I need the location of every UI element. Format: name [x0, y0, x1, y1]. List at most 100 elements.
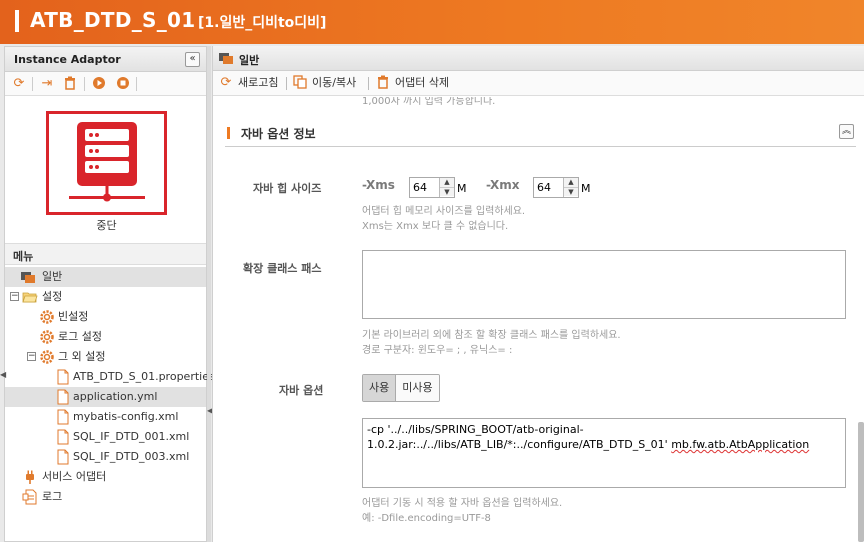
- section-accent-bar: [227, 127, 230, 139]
- stepper-up-icon[interactable]: ▲: [564, 178, 578, 187]
- toolbar-divider: [368, 77, 369, 90]
- detail-panel: 일반 ⟳ 새로고침 이동/복사 어댑터 삭제 1,000자 까지 입력 가능합니…: [212, 46, 864, 542]
- tree-item-label: mybatis-config.xml: [73, 410, 179, 423]
- left-panel-header: Instance Adaptor «: [5, 47, 206, 72]
- delete-adapter-button[interactable]: 어댑터 삭제: [375, 71, 455, 95]
- folder-open-icon: [22, 289, 38, 305]
- tree-item-log[interactable]: 로그: [5, 487, 206, 507]
- left-panel-title: Instance Adaptor: [14, 53, 121, 66]
- login-icon[interactable]: ⇥: [39, 76, 55, 92]
- stop-icon[interactable]: [115, 76, 131, 92]
- detail-toolbar: ⟳ 새로고침 이동/복사 어댑터 삭제: [213, 71, 864, 96]
- tree-toggle[interactable]: −: [27, 352, 36, 361]
- xms-label: -Xms: [362, 178, 395, 192]
- copy-icon: [292, 75, 308, 91]
- classpath-label: 확장 클래스 패스: [243, 262, 322, 275]
- left-toolbar: ⟳ ⇥: [5, 72, 206, 96]
- header-accent-bar: [15, 10, 19, 32]
- nouse-option-button[interactable]: 미사용: [396, 375, 439, 401]
- tree-item-label: 그 외 설정: [58, 350, 106, 363]
- stepper-up-icon[interactable]: ▲: [440, 178, 454, 187]
- instance-title: ATB_DTD_S_01: [30, 8, 196, 32]
- tree-item-settings[interactable]: − 설정: [5, 287, 206, 307]
- gear-icon: [39, 309, 55, 325]
- toolbar-divider: [84, 77, 85, 91]
- java-option-textarea[interactable]: -cp '../../libs/SPRING_BOOT/atb-original…: [362, 418, 846, 488]
- move-copy-label: 이동/복사: [312, 76, 357, 89]
- file-icon: [55, 429, 71, 445]
- heap-size-label: 자바 힙 사이즈: [253, 182, 322, 195]
- server-status-label: 중단: [96, 219, 117, 232]
- tree-item-file[interactable]: mybatis-config.xml: [5, 407, 206, 427]
- java-option-label: 자바 옵션: [279, 384, 324, 397]
- java-options-section-header: 자바 옵션 정보 ︽: [225, 119, 856, 147]
- tree-item-label: 설정: [42, 290, 63, 303]
- instance-subtitle: [1.일반_디비to디비]: [198, 15, 327, 31]
- heap-hint-line: Xms는 Xmx 보다 클 수 없습니다.: [362, 221, 509, 232]
- collapse-section-button[interactable]: ︽: [839, 124, 854, 139]
- tree-item-bean-settings[interactable]: 빈설정: [5, 307, 206, 327]
- use-option-button[interactable]: 사용: [363, 375, 397, 401]
- refresh-icon[interactable]: ⟳: [11, 76, 27, 92]
- java-option-main-class: mb.fw.atb.AtbApplication: [671, 438, 810, 451]
- tree-item-file[interactable]: application.yml: [5, 387, 206, 407]
- xmx-stepper[interactable]: 64 ▲ ▼: [533, 177, 579, 198]
- stepper-down-icon[interactable]: ▼: [440, 187, 454, 196]
- classpath-hint: 기본 라이브러리 외에 참조 할 확장 클래스 패스를 입력하세요. 경로 구분…: [362, 328, 621, 358]
- app-header: ATB_DTD_S_01 [1.일반_디비to디비]: [0, 0, 864, 44]
- tree-item-general[interactable]: 일반: [5, 267, 206, 287]
- toolbar-divider: [136, 77, 137, 91]
- truncated-hint-text: 1,000자 까지 입력 가능합니다.: [362, 97, 496, 107]
- instance-adaptor-panel: Instance Adaptor « ⟳ ⇥ 중단 메뉴 일반 − 설정 빈설정…: [4, 46, 215, 542]
- tree-item-label: 로그 설정: [58, 330, 102, 343]
- trash-icon[interactable]: [62, 76, 78, 92]
- left-edge-arrow-icon[interactable]: ◀: [0, 370, 6, 379]
- log-icon: [22, 489, 38, 505]
- double-up-chevron-icon: ︽: [841, 126, 851, 136]
- xms-stepper[interactable]: 64 ▲ ▼: [409, 177, 455, 198]
- collapse-panel-button[interactable]: «: [185, 52, 200, 67]
- classpath-hint-line: 경로 구분자: 윈도우= ; , 유닉스= :: [362, 345, 513, 356]
- heap-hint: 어댑터 힙 메모리 사이즈를 입력하세요. Xms는 Xmx 보다 클 수 없습…: [362, 204, 525, 234]
- menu-header: 메뉴: [5, 243, 206, 265]
- stepper-down-icon[interactable]: ▼: [564, 187, 578, 196]
- gear-icon: [39, 349, 55, 365]
- tree-item-label: 서비스 어댑터: [42, 470, 107, 483]
- general-icon: [218, 50, 234, 66]
- refresh-button[interactable]: ⟳ 새로고침: [218, 71, 282, 95]
- tree-item-log-settings[interactable]: 로그 설정: [5, 327, 206, 347]
- tree-item-label: SQL_IF_DTD_003.xml: [73, 450, 190, 463]
- server-status-image: [46, 111, 167, 215]
- panel-splitter[interactable]: ◀: [207, 46, 213, 542]
- trash-icon: [375, 75, 391, 91]
- tree-item-file[interactable]: SQL_IF_DTD_003.xml: [5, 447, 206, 467]
- server-icon: [69, 122, 145, 202]
- general-icon: [20, 269, 36, 285]
- tree-item-label: SQL_IF_DTD_001.xml: [73, 430, 190, 443]
- move-copy-button[interactable]: 이동/복사: [292, 71, 364, 95]
- tree-item-file[interactable]: SQL_IF_DTD_001.xml: [5, 427, 206, 447]
- java-option-value: -cp '../../libs/SPRING_BOOT/atb-original…: [367, 422, 837, 452]
- java-option-line: 1.0.2.jar:../../libs/ATB_LIB/*:../config…: [367, 437, 837, 452]
- tree-item-label: 로그: [42, 490, 63, 503]
- tree-item-other-settings[interactable]: − 그 외 설정: [5, 347, 206, 367]
- xms-value: 64: [413, 181, 427, 194]
- refresh-icon: ⟳: [220, 75, 232, 90]
- tree-item-service-adapter[interactable]: 서비스 어댑터: [5, 467, 206, 487]
- heap-hint-line: 어댑터 힙 메모리 사이즈를 입력하세요.: [362, 206, 526, 217]
- classpath-textarea[interactable]: [362, 250, 846, 319]
- file-icon: [55, 369, 71, 385]
- tree-item-label: ATB_DTD_S_01.properties: [73, 370, 215, 383]
- tree-item-file[interactable]: ATB_DTD_S_01.properties: [5, 367, 215, 387]
- vertical-scrollbar[interactable]: [858, 422, 864, 542]
- refresh-label: 새로고침: [238, 76, 279, 89]
- file-icon: [55, 389, 71, 405]
- tree-toggle[interactable]: −: [10, 292, 19, 301]
- plug-icon: [22, 469, 38, 485]
- java-option-hint: 어댑터 기동 시 적용 할 자바 옵션을 입력하세요. 예: -Dfile.en…: [362, 496, 562, 526]
- file-icon: [55, 449, 71, 465]
- xms-unit: M: [457, 182, 467, 195]
- gear-icon: [39, 329, 55, 345]
- play-icon[interactable]: [91, 76, 107, 92]
- section-title: 자바 옵션 정보: [241, 127, 316, 141]
